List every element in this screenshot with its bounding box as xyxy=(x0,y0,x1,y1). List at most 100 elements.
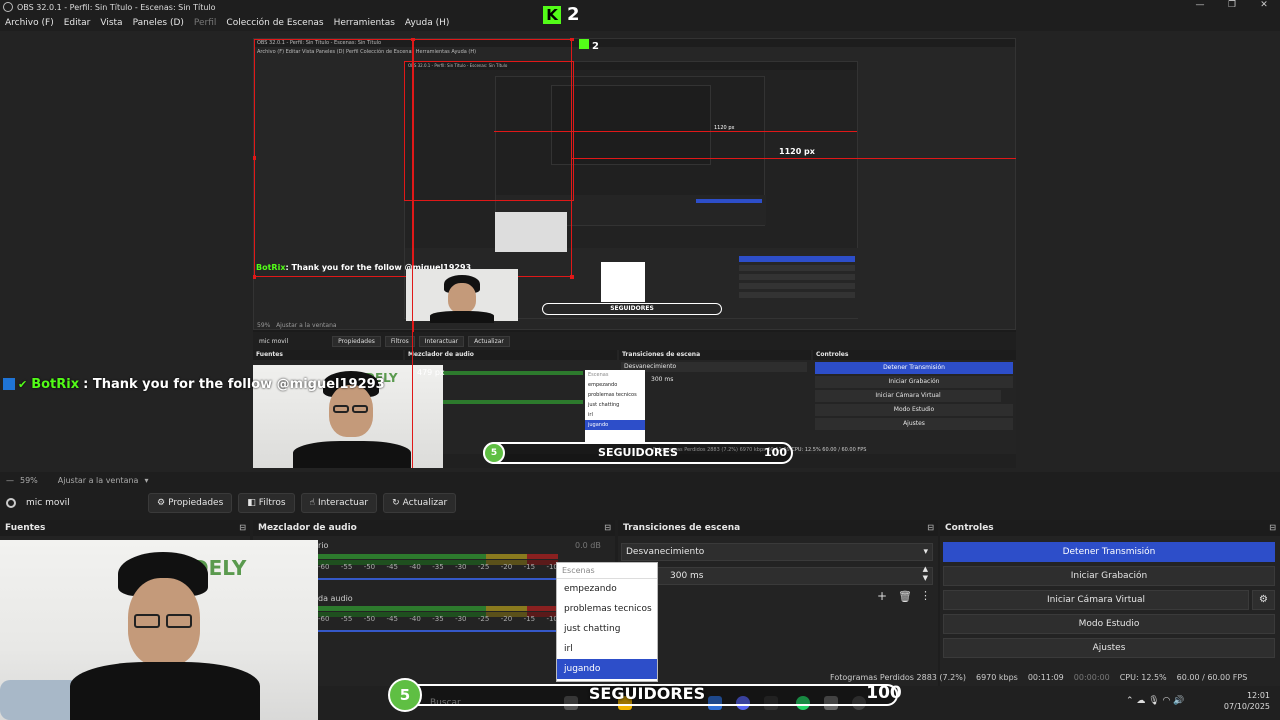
close-button[interactable]: ✕ xyxy=(1248,0,1280,10)
measure-line-2 xyxy=(572,158,1016,159)
nested-studio-button-2 xyxy=(739,283,855,289)
source-toolbar: mic movil ⚙ Propiedades ◧ Filtros ☝ Inte… xyxy=(0,489,1280,517)
maximize-button[interactable]: ❐ xyxy=(1216,0,1248,10)
zoom-level[interactable]: 59% xyxy=(20,476,38,485)
tray-icons[interactable]: ⌃ ☁ 🎙 ◠ 🔊 xyxy=(1126,696,1184,706)
scene-item-problemas-tecnicos[interactable]: problemas tecnicos xyxy=(557,599,657,619)
nested-scenes-popup-2 xyxy=(601,262,645,302)
dock-float-icon[interactable]: ⊟ xyxy=(1269,520,1276,536)
measure-label-1b: 1120 px xyxy=(714,125,735,131)
mixer-track-2-name: da audio xyxy=(318,594,353,603)
zoom-arrow-icon[interactable]: — xyxy=(6,476,14,485)
window-controls: — ❐ ✕ xyxy=(1184,0,1280,10)
menu-ayuda[interactable]: Ayuda (H) xyxy=(400,15,454,31)
handle-top-right[interactable] xyxy=(570,38,574,41)
chat-overlay: ✔ BotRix : Thank you for the follow @mig… xyxy=(0,376,385,392)
stepper-icon[interactable]: ▲ ▼ xyxy=(923,565,928,583)
add-transition-icon[interactable]: + xyxy=(877,589,887,603)
preview-footer: — 59% Ajustar a la ventana ▾ xyxy=(0,473,1280,487)
handle-bottom-right[interactable] xyxy=(570,275,574,279)
scenes-popup-header: Escenas xyxy=(557,563,657,579)
menu-perfil: Perfil xyxy=(193,18,217,28)
filters-button[interactable]: ◧ Filtros xyxy=(238,493,295,513)
start-recording-button[interactable]: Iniciar Grabación xyxy=(943,566,1275,586)
studio-mode-button[interactable]: Modo Estudio xyxy=(943,614,1275,634)
gear-icon: ⚙ xyxy=(157,498,166,508)
followers-label: SEGUIDORES xyxy=(588,684,706,703)
nested-kick-count: 2 xyxy=(579,39,599,52)
more-icon[interactable]: ⋮ xyxy=(920,589,931,602)
menu-vista[interactable]: Vista xyxy=(95,15,127,31)
controls-title: Controles ⊟ xyxy=(940,520,1280,536)
bitrate: 6970 kbps xyxy=(975,672,1018,682)
nested-rec-button-2 xyxy=(739,265,855,271)
scene-item-irl[interactable]: irl xyxy=(557,639,657,659)
nested-footer: 59% Ajustar a la ventana xyxy=(257,322,337,329)
chat-message: : Thank you for the follow @miguel19293 xyxy=(83,376,385,392)
mixer-track-2-volume-slider[interactable] xyxy=(318,630,558,632)
menu-coleccion-escenas[interactable]: Colección de Escenas xyxy=(221,15,328,31)
transitions-title: Transiciones de escena ⊟ xyxy=(618,520,938,536)
menu-herramientas[interactable]: Herramientas xyxy=(329,15,400,31)
chat-username: BotRix xyxy=(31,376,80,392)
nested-scenes-popup: Escenas empezando problemas tecnicos jus… xyxy=(585,370,645,442)
start-virtual-camera-button[interactable]: Iniciar Cámara Virtual xyxy=(943,590,1249,610)
scenes-popup: Escenas empezando problemas tecnicos jus… xyxy=(556,562,658,682)
verified-icon: ✔ xyxy=(18,377,28,391)
zoom-fit-label[interactable]: Ajustar a la ventana xyxy=(58,476,139,485)
menu-paneles[interactable]: Paneles (D) xyxy=(128,15,189,31)
menu-editar[interactable]: Editar xyxy=(59,15,96,31)
refresh-icon: ↻ xyxy=(392,498,400,508)
settings-button[interactable]: Ajustes xyxy=(943,638,1275,658)
mixer-track-1-scale: -60 -55 -50 -45 -40 -35 -30 -25 -20 -15 -10 xyxy=(318,563,558,571)
properties-button[interactable]: ⚙ Propiedades xyxy=(148,493,233,513)
webcam-person-shirt xyxy=(70,662,260,720)
virtual-camera-settings-icon[interactable]: ⚙ xyxy=(1252,590,1275,610)
handle-bottom-left[interactable] xyxy=(253,275,256,279)
preview-canvas[interactable]: OBS 32.0.1 - Perfil: Sin Título - Escena… xyxy=(253,38,1016,468)
dock-float-icon[interactable]: ⊟ xyxy=(239,520,246,536)
nested-stop-button-2 xyxy=(739,256,855,262)
stream-time: 00:11:09 xyxy=(1027,672,1064,682)
scene-item-just-chatting[interactable]: just chatting xyxy=(557,619,657,639)
followers-goal-bar: 5 SEGUIDORES 100 xyxy=(388,678,906,712)
preview-followers-bar: 5 SEGUIDORES 100 xyxy=(483,442,793,464)
mixer-track-1-volume-slider[interactable] xyxy=(318,578,558,580)
scene-item-empezando[interactable]: empezando xyxy=(557,579,657,599)
nested-obs-window: OBS 32.0.1 - Perfil: Sin Título - Escena… xyxy=(253,38,1016,468)
nested-vcam-button-2 xyxy=(739,274,855,280)
menu-archivo[interactable]: Archivo (F) xyxy=(0,15,59,31)
webcam-glasses-right xyxy=(166,614,192,628)
measure-line-1 xyxy=(494,131,857,132)
refresh-button[interactable]: ↻ Actualizar xyxy=(383,493,457,513)
chevron-down-icon[interactable]: ▾ xyxy=(144,476,148,485)
hand-pointer-icon: ☝ xyxy=(309,498,316,508)
transition-duration[interactable]: 300 ms ▲ ▼ xyxy=(621,565,933,585)
record-time: 00:00:00 xyxy=(1073,672,1110,682)
interact-button[interactable]: ☝ Interactuar xyxy=(300,493,378,513)
nested-settings-button-2 xyxy=(739,292,855,298)
mixer-track-2-scale: -60 -55 -50 -45 -40 -35 -30 -25 -20 -15 -10 xyxy=(318,615,558,623)
dock-float-icon[interactable]: ⊟ xyxy=(604,520,611,536)
webcam-background-object xyxy=(0,680,80,720)
measure-label-2: 479 px xyxy=(417,368,445,377)
dock-float-icon[interactable]: ⊟ xyxy=(927,520,934,536)
handle-left[interactable] xyxy=(253,156,256,160)
cpu-usage: CPU: 12.5% xyxy=(1119,672,1167,682)
mixer-track-2-meter xyxy=(318,606,558,611)
nested-stop-button-3 xyxy=(696,199,762,203)
fps: 60.00 / 60.00 FPS xyxy=(1176,672,1248,682)
measure-label-1: 1120 px xyxy=(779,147,815,156)
transition-select[interactable]: Desvanecimiento ▾ xyxy=(621,543,933,561)
microphone-icon xyxy=(6,498,16,508)
mixer-track-1-name: rio xyxy=(318,541,329,550)
menu-bar: Archivo (F) Editar Vista Paneles (D) Per… xyxy=(0,15,454,31)
mixer-track-1-db: 0.0 dB xyxy=(575,541,601,550)
trash-icon[interactable]: 🗑 xyxy=(898,590,912,603)
kick-viewer-count: K 2 xyxy=(543,4,580,25)
taskbar-clock[interactable]: 12:01 07/10/2025 xyxy=(1224,690,1270,712)
stop-streaming-button[interactable]: Detener Transmisión xyxy=(943,542,1275,562)
minimize-button[interactable]: — xyxy=(1184,0,1216,10)
window-title: OBS 32.0.1 - Perfil: Sin Título - Escena… xyxy=(17,2,216,12)
nested-webcam xyxy=(406,269,518,323)
